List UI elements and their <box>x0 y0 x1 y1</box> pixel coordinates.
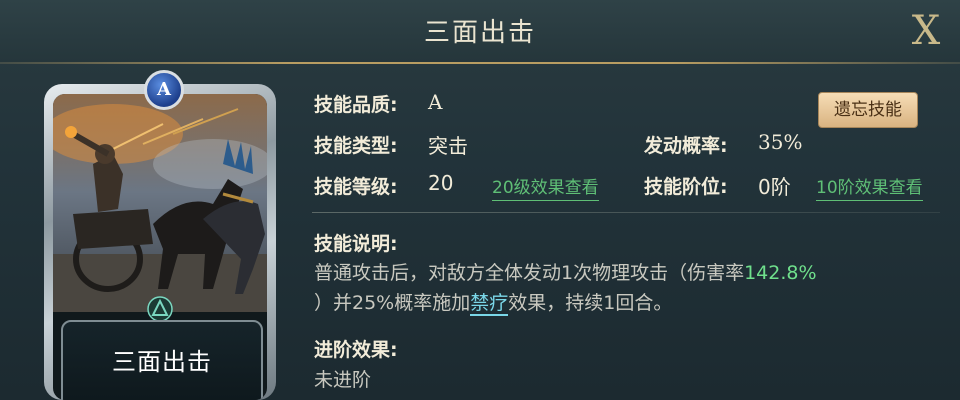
section-divider <box>312 212 940 213</box>
advance-value: 未进阶 <box>314 369 372 391</box>
quality-label: 技能品质: <box>314 94 398 116</box>
chance-value: 35% <box>758 130 803 154</box>
skill-card: 三面出击 A <box>44 70 276 400</box>
close-button[interactable]: X <box>904 6 948 56</box>
description-label: 技能说明: <box>314 233 398 255</box>
advance-label: 进阶效果: <box>314 339 398 361</box>
level-effect-link[interactable]: 20级效果查看 <box>492 173 599 201</box>
skill-detail-panel: 三面出击 X 三面出击 A 技能品质: A 遗忘技能 技能类型: 突击 发动概率… <box>0 0 960 400</box>
description-text-1: 普通攻击后，对敌方全体发动1次物理攻击（伤害率 <box>314 262 745 284</box>
tier-label: 技能阶位: <box>644 176 728 198</box>
card-skill-name: 三面出击 <box>112 348 212 376</box>
tier-effect-link[interactable]: 10阶效果查看 <box>816 173 923 201</box>
description-text-2: ）并25%概率施加 <box>314 292 471 314</box>
type-label: 技能类型: <box>314 135 398 157</box>
damage-rate-value: 142.8% <box>744 262 817 284</box>
description-text-3: 效果，持续1回合。 <box>508 292 673 314</box>
quality-value: A <box>428 90 443 114</box>
level-label: 技能等级: <box>314 176 398 198</box>
header-divider <box>0 62 960 64</box>
chance-label: 发动概率: <box>644 135 728 157</box>
card-inner: 三面出击 <box>53 94 267 400</box>
card-artwork <box>53 94 267 312</box>
tier-value: 0阶 <box>758 175 791 199</box>
page-title: 三面出击 <box>423 18 536 48</box>
forget-skill-button[interactable]: 遗忘技能 <box>818 92 918 128</box>
card-name-box: 三面出击 <box>61 320 263 400</box>
faction-emblem-icon <box>147 296 173 322</box>
skill-description: 普通攻击后，对敌方全体发动1次物理攻击（伤害率142.8% ）并25%概率施加禁疗… <box>314 258 934 318</box>
level-value: 20 <box>428 171 454 195</box>
status-effect-link[interactable]: 禁疗 <box>470 292 509 316</box>
type-value: 突击 <box>428 134 468 158</box>
quality-badge: A <box>144 70 184 110</box>
